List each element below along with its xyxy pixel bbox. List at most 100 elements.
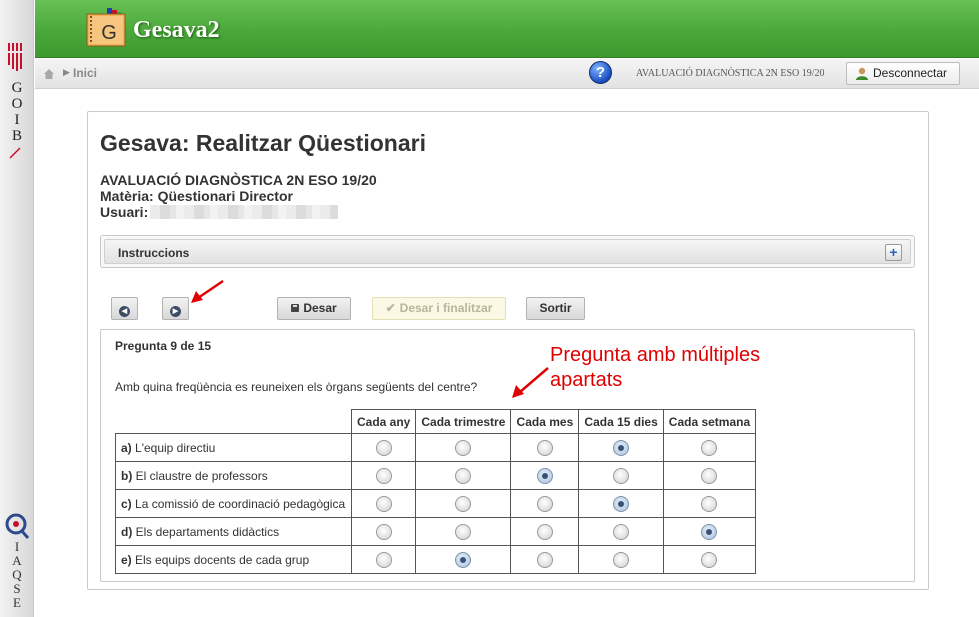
row-label: e) Els equips docents de cada grup [115,545,352,574]
radio-cell[interactable] [415,545,512,574]
radio-cell[interactable] [415,517,512,546]
iaqse-logo-icon [5,513,30,539]
app-title[interactable]: Gesava2 [133,17,220,44]
row-label-text: Els equips docents de cada grup [135,552,310,567]
save-button-label: Desar [303,301,337,315]
breadcrumb-separator-icon: ▶ [63,67,70,77]
goib-logo-letters: G O I B [11,80,23,144]
row-label-text: Els departaments didàctics [135,524,280,539]
radio-button[interactable] [375,439,392,456]
radio-cell[interactable] [578,433,664,462]
table-row: e) Els equips docents de cada grup [115,545,757,574]
user-icon [856,67,868,80]
radio-cell[interactable] [510,489,580,518]
user-row: Usuari: [100,204,377,220]
radio-button[interactable] [536,551,553,568]
table-row: d) Els departaments didàctics [115,517,757,546]
instructions-header[interactable]: Instruccions + [104,239,911,264]
radio-button[interactable] [455,523,472,540]
left-gov-strip: G O I B I A Q S E [0,0,34,617]
radio-cell[interactable] [510,461,580,490]
radio-cell[interactable] [578,517,664,546]
radio-button[interactable] [455,439,472,456]
home-icon[interactable] [44,69,54,79]
radio-button[interactable] [536,523,553,540]
table-row: a) L'equip directiu [115,433,757,462]
radio-button[interactable] [613,523,630,540]
radio-button[interactable] [455,467,472,484]
radio-button[interactable] [375,495,392,512]
exit-button[interactable]: Sortir [526,297,585,320]
logout-button[interactable]: Desconnectar [846,62,960,85]
question-text: Amb quina freqüència es reuneixen els òr… [115,380,478,394]
radio-cell[interactable] [350,489,417,518]
save-and-finish-button[interactable]: ✔ Desar i finalitzar [372,297,506,320]
radio-button[interactable] [701,495,718,512]
radio-button-selected[interactable] [613,495,630,512]
radio-button-selected[interactable] [701,523,718,540]
radio-button-selected[interactable] [536,467,553,484]
radio-button[interactable] [455,495,472,512]
radio-button[interactable] [701,439,718,456]
radio-cell[interactable] [510,517,580,546]
table-row: c) La comissió de coordinació pedagògica [115,489,757,518]
logout-button-label: Desconnectar [873,66,948,80]
radio-cell[interactable] [662,517,757,546]
radio-button-selected[interactable] [455,551,472,568]
answer-grid: Cada any Cada trimestre Cada mes Cada 15… [115,409,757,574]
radio-cell[interactable] [350,545,417,574]
radio-cell[interactable] [350,517,417,546]
questionnaire-info: AVALUACIÓ DIAGNÒSTICA 2N ESO 19/20 Matèr… [100,172,377,220]
radio-cell[interactable] [578,489,664,518]
radio-cell[interactable] [350,461,417,490]
previous-question-button[interactable]: ◀ [111,297,138,320]
radio-cell[interactable] [578,545,664,574]
save-and-finish-label: Desar i finalitzar [399,301,493,315]
annotation-text: Pregunta amb múltiples apartats [550,343,760,393]
radio-button[interactable] [701,551,718,568]
app-logo-icon[interactable]: G [85,8,127,48]
radio-button[interactable] [536,495,553,512]
radio-cell[interactable] [415,433,512,462]
row-label-text: El claustre de professors [135,468,268,483]
help-icon[interactable]: ? [589,61,612,84]
radio-button[interactable] [613,551,630,568]
radio-cell[interactable] [662,433,757,462]
radio-button-selected[interactable] [613,439,630,456]
radio-cell[interactable] [510,433,580,462]
answer-grid-header: Cada any Cada trimestre Cada mes Cada 15… [116,409,757,434]
annotation-arrow-next-icon [191,279,224,303]
arrow-right-icon: ▶ [170,306,181,317]
radio-cell[interactable] [662,489,757,518]
radio-button[interactable] [375,551,392,568]
check-icon: ✔ [385,301,396,315]
radio-cell[interactable] [350,433,417,462]
radio-cell[interactable] [662,545,757,574]
radio-cell[interactable] [578,461,664,490]
radio-cell[interactable] [415,461,512,490]
row-letter: b) [121,468,133,483]
radio-button[interactable] [375,523,392,540]
breadcrumb-home-link[interactable]: Inici [73,66,97,80]
arrow-left-icon: ◀ [119,306,130,317]
next-question-button[interactable]: ▶ [162,297,189,320]
radio-button[interactable] [701,467,718,484]
annotation-line-2: apartats [550,369,623,391]
row-letter: d) [121,524,133,539]
row-label-text: La comissió de coordinació pedagògica [135,496,346,511]
instructions-panel[interactable]: Instruccions + [100,235,915,268]
row-letter: a) [121,440,132,455]
radio-cell[interactable] [662,461,757,490]
radio-button[interactable] [613,467,630,484]
expand-plus-icon[interactable]: + [885,244,902,261]
radio-cell[interactable] [415,489,512,518]
evaluation-name: AVALUACIÓ DIAGNÒSTICA 2N ESO 19/20 [100,172,377,188]
row-letter: c) [121,496,132,511]
save-button[interactable]: Desar [277,297,351,320]
instructions-label: Instruccions [118,246,190,260]
radio-cell[interactable] [510,545,580,574]
subject-name: Matèria: Qüestionari Director [100,188,293,204]
table-row: b) El claustre de professors [115,461,757,490]
radio-button[interactable] [375,467,392,484]
radio-button[interactable] [536,439,553,456]
